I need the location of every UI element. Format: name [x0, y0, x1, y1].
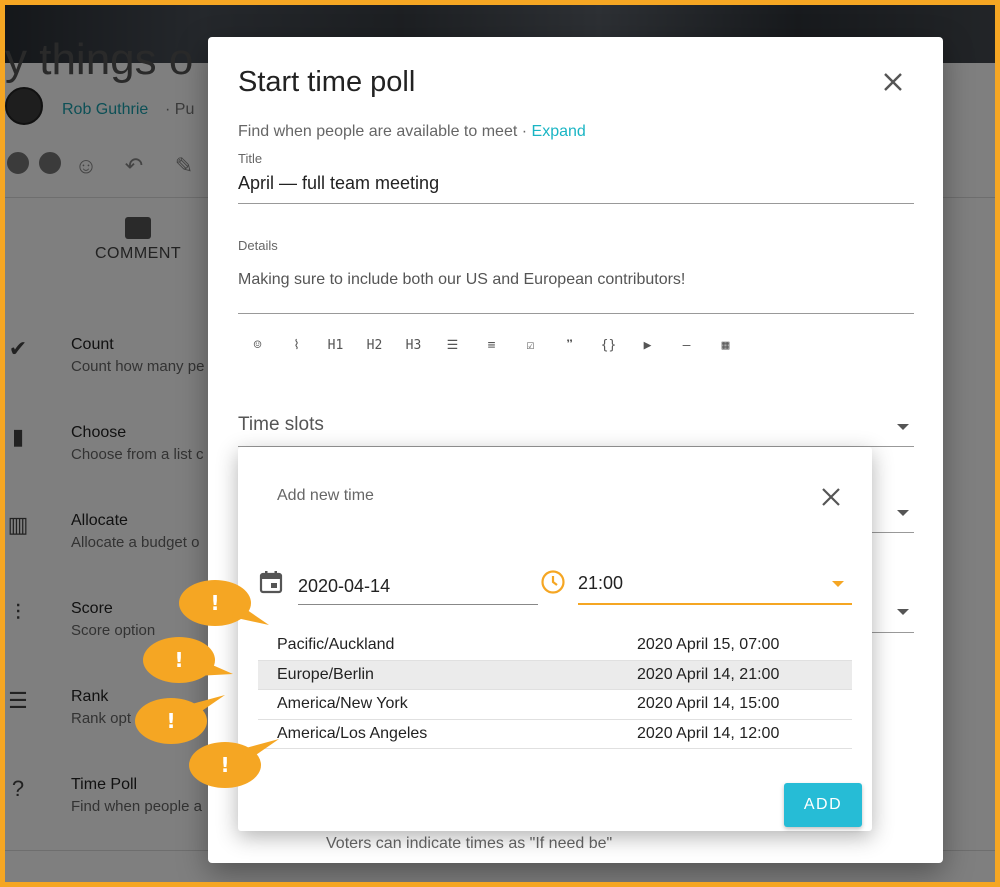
h3-button[interactable]: H3	[394, 332, 433, 358]
clock-icon	[540, 569, 566, 595]
quote-icon[interactable]: ❞	[550, 332, 589, 358]
svg-text:!: !	[166, 709, 175, 733]
timezone-name: Pacific/Auckland	[277, 636, 395, 653]
timezone-local-time: 2020 April 15, 07:00	[637, 636, 780, 653]
time-slots-select[interactable]: Time slots	[238, 414, 324, 436]
table-icon[interactable]: ▦	[706, 332, 745, 358]
date-input[interactable]	[298, 569, 538, 605]
numbered-list-icon[interactable]: ≡	[472, 332, 511, 358]
formatting-toolbar: ☺ ⌇ H1 H2 H3 ☰ ≡ ☑ ❞{} ▶ — ▦	[238, 332, 745, 358]
timezone-row: Europe/Berlin 2020 April 14, 21:00	[258, 660, 852, 690]
chevron-down-icon	[832, 581, 844, 587]
timezone-local-time: 2020 April 14, 21:00	[637, 665, 780, 683]
title-field-underline	[238, 203, 914, 204]
screenshot-frame: y things o Rob Guthrie · Pu ☺ ↶ ✎ COMMEN…	[5, 5, 995, 882]
chevron-down-icon[interactable]	[897, 609, 909, 615]
svg-text:!: !	[220, 753, 229, 777]
divider-icon[interactable]: —	[667, 332, 706, 358]
details-field[interactable]: Making sure to include both our US and E…	[238, 271, 685, 289]
code-icon[interactable]: {}	[589, 332, 628, 358]
h2-button[interactable]: H2	[355, 332, 394, 358]
video-icon[interactable]: ▶	[628, 332, 667, 358]
timezone-name: America/Los Angeles	[277, 724, 428, 742]
warning-bubble-icon: !	[177, 573, 269, 633]
subtitle-text: Find when people are available to meet ·	[238, 123, 532, 140]
chevron-down-icon[interactable]	[897, 510, 909, 516]
svg-text:!: !	[210, 591, 219, 615]
add-time-popup: Add new time 21:00 Pacific/Auckland20	[238, 447, 872, 831]
expand-link[interactable]: Expand	[532, 123, 586, 140]
if-need-be-hint: Voters can indicate times as "If need be…	[326, 835, 613, 852]
add-button[interactable]: ADD	[784, 783, 862, 827]
timezone-row: America/New York 2020 April 14, 15:00	[258, 690, 852, 720]
close-icon[interactable]	[818, 484, 844, 510]
details-field-underline	[238, 313, 914, 314]
time-select[interactable]: 21:00	[578, 569, 852, 605]
warning-bubble-icon: !	[141, 630, 233, 690]
details-field-label: Details	[238, 238, 278, 253]
dialog-title: Start time poll	[238, 66, 416, 98]
timezone-row: Pacific/Auckland 2020 April 15, 07:00	[258, 631, 852, 661]
timezone-local-time: 2020 April 14, 15:00	[637, 695, 780, 712]
title-field-label: Title	[238, 151, 263, 166]
timezone-row: America/Los Angeles 2020 April 14, 12:00	[258, 720, 852, 749]
title-field[interactable]: April — full team meeting	[238, 173, 439, 194]
timezone-preview-table: Pacific/Auckland 2020 April 15, 07:00 Euro…	[258, 631, 852, 749]
dialog-subtitle: Find when people are available to meet ·…	[238, 123, 586, 141]
h1-button[interactable]: H1	[316, 332, 355, 358]
close-icon[interactable]	[878, 67, 908, 97]
select-underline	[868, 532, 914, 533]
emoji-icon[interactable]: ☺	[238, 332, 277, 358]
time-value: 21:00	[578, 573, 624, 593]
timezone-name: America/New York	[277, 695, 408, 712]
timezone-name: Europe/Berlin	[277, 665, 374, 683]
timezone-local-time: 2020 April 14, 12:00	[637, 724, 780, 742]
checklist-icon[interactable]: ☑	[511, 332, 550, 358]
warning-bubble-icon: !	[187, 735, 279, 795]
svg-text:!: !	[174, 648, 183, 672]
add-time-title: Add new time	[277, 487, 374, 504]
chevron-down-icon[interactable]	[897, 424, 909, 430]
select-underline	[868, 632, 914, 633]
attachment-icon[interactable]: ⌇	[277, 332, 316, 358]
bullet-list-icon[interactable]: ☰	[433, 332, 472, 358]
